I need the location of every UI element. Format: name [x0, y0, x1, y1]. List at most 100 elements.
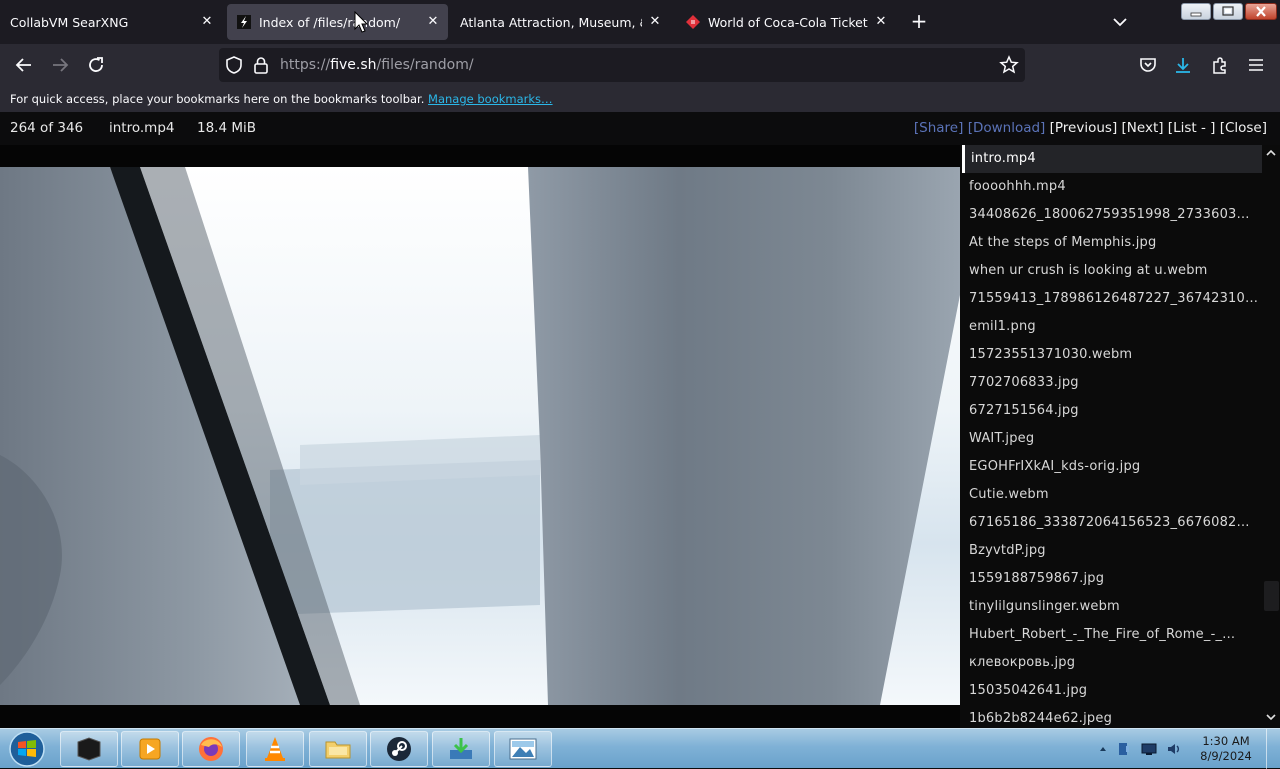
tab-index-files-random[interactable]: Index of /files/random/ ✕	[227, 4, 448, 40]
current-filename: intro.mp4	[109, 120, 175, 136]
usb-device-icon[interactable]	[1116, 741, 1132, 757]
taskbar-firefox[interactable]	[182, 731, 240, 767]
file-list-item[interactable]: 1b6b2b8244e62.jpeg	[962, 705, 1262, 728]
tab-title: Atlanta Attraction, Museum, & Venue	[460, 14, 642, 30]
file-list-item[interactable]: 71559413_178986126487227_36742310…	[962, 285, 1262, 313]
clock-date: 8/9/2024	[1200, 749, 1252, 763]
hamburger-menu-icon[interactable]	[1244, 53, 1268, 77]
taskbar-photo-viewer[interactable]	[494, 731, 552, 767]
file-list-item[interactable]: emil1.png	[962, 313, 1262, 341]
show-desktop-button[interactable]	[1266, 729, 1280, 769]
viewer-actions: [Share] [Download] [Previous] [Next] [Li…	[914, 120, 1267, 136]
scrollbar-thumb[interactable]	[1264, 581, 1279, 611]
file-list-item[interactable]: Cutie.webm	[962, 481, 1262, 509]
network-icon[interactable]	[1140, 741, 1158, 757]
extensions-puzzle-icon[interactable]	[1208, 53, 1232, 77]
url-text[interactable]: https://five.sh/files/random/	[280, 57, 474, 73]
tab-close-icon[interactable]: ✕	[424, 13, 442, 31]
file-list-item[interactable]: 34408626_180062759351998_2733603…	[962, 201, 1262, 229]
volume-icon[interactable]	[1166, 741, 1182, 757]
taskbar-file-explorer[interactable]	[309, 731, 367, 767]
file-list-scrollbar[interactable]	[1262, 145, 1280, 728]
clock-time: 1:30 AM	[1202, 734, 1250, 748]
previous-button[interactable]: [Previous]	[1050, 120, 1118, 136]
scroll-up-arrow-icon[interactable]	[1265, 148, 1277, 158]
file-list-item[interactable]: foooohhh.mp4	[962, 173, 1262, 201]
tab-atlanta-attraction[interactable]: Atlanta Attraction, Museum, & Venue ✕	[450, 4, 670, 40]
tab-close-icon[interactable]: ✕	[646, 13, 664, 31]
mouse-cursor-icon	[354, 11, 368, 33]
taskbar-installer-app[interactable]	[432, 731, 490, 767]
system-tray	[1098, 739, 1182, 759]
downloads-icon[interactable]	[1171, 53, 1195, 77]
file-list-item[interactable]: Hubert_Robert_-_The_Fire_of_Rome_-_…	[962, 621, 1262, 649]
back-arrow-icon[interactable]	[12, 53, 36, 77]
file-list-item[interactable]: 6727151564.jpg	[962, 397, 1262, 425]
folder-icon	[325, 741, 351, 759]
manage-bookmarks-link[interactable]: Manage bookmarks…	[428, 92, 553, 106]
steam-icon	[387, 737, 411, 761]
ticket-favicon-icon	[686, 15, 700, 29]
url-path: /files/random/	[376, 57, 474, 73]
taskbar-clock[interactable]: 1:30 AM 8/9/2024	[1196, 734, 1256, 764]
tab-world-of-coca-cola[interactable]: World of Coca-Cola Ticketing S ✕	[676, 4, 896, 40]
tab-title: World of Coca-Cola Ticketing S	[708, 14, 868, 30]
minimize-window-button[interactable]	[1181, 3, 1211, 20]
tab-collabvm-searxng[interactable]: CollabVM SearXNG ✕	[0, 4, 222, 40]
bookmark-star-icon[interactable]	[999, 55, 1019, 79]
address-bar[interactable]: https://five.sh/files/random/	[219, 48, 1025, 82]
file-list-item[interactable]: клевокровь.jpg	[962, 649, 1262, 677]
tracking-protection-shield-icon[interactable]	[225, 56, 243, 78]
taskbar-steam[interactable]	[370, 731, 428, 767]
next-button[interactable]: [Next]	[1122, 120, 1164, 136]
scroll-down-arrow-icon[interactable]	[1265, 712, 1277, 722]
file-list-item[interactable]: 1559188759867.jpg	[962, 565, 1262, 593]
file-size: 18.4 MiB	[197, 120, 257, 136]
close-viewer-button[interactable]: [Close]	[1220, 120, 1267, 136]
file-list-item-current[interactable]: intro.mp4	[962, 145, 1262, 173]
lock-icon[interactable]	[253, 56, 269, 78]
bookmarks-toolbar: For quick access, place your bookmarks h…	[0, 86, 1280, 112]
list-all-tabs-chevron-down-icon[interactable]	[1110, 12, 1130, 32]
reload-icon[interactable]	[84, 53, 108, 77]
tab-close-icon[interactable]: ✕	[872, 13, 890, 31]
install-arrow-icon	[450, 738, 472, 759]
file-counter: 264 of 346	[10, 120, 84, 136]
url-host: five.sh	[330, 57, 377, 73]
close-window-button[interactable]	[1245, 3, 1277, 20]
tab-close-icon[interactable]: ✕	[198, 13, 216, 31]
file-list-item[interactable]: WAIT.jpeg	[962, 425, 1262, 453]
file-list-item[interactable]: 7702706833.jpg	[962, 369, 1262, 397]
viewer-header: 264 of 346 intro.mp4 18.4 MiB [Share] [D…	[0, 112, 1280, 145]
pocket-icon[interactable]	[1136, 53, 1160, 77]
video-frame	[0, 145, 960, 728]
firefox-icon	[199, 737, 223, 761]
file-list-item[interactable]: when ur crush is looking at u.webm	[962, 257, 1262, 285]
file-list-item[interactable]: EGOHFrIXkAI_kds-orig.jpg	[962, 453, 1262, 481]
file-list-item[interactable]: BzyvtdP.jpg	[962, 537, 1262, 565]
show-hidden-icons-arrow-icon[interactable]	[1098, 744, 1108, 754]
tab-title: CollabVM SearXNG	[10, 14, 129, 30]
taskbar-terminal-app[interactable]	[60, 731, 118, 767]
video-player[interactable]	[0, 145, 960, 728]
file-list-item[interactable]: 67165186_333872064156523_6676082…	[962, 509, 1262, 537]
share-link[interactable]: [Share]	[914, 120, 964, 136]
windows-taskbar: 1:30 AM 8/9/2024	[0, 728, 1280, 769]
file-list-item[interactable]: tinylilgunslinger.webm	[962, 593, 1262, 621]
forward-arrow-icon[interactable]	[48, 53, 72, 77]
taskbar-vlc[interactable]	[246, 731, 304, 767]
file-list-item[interactable]: 15035042641.jpg	[962, 677, 1262, 705]
bookmarks-hint-text: For quick access, place your bookmarks h…	[10, 92, 425, 106]
new-tab-plus-icon[interactable]: +	[908, 11, 930, 33]
five-sh-favicon-icon	[237, 15, 251, 29]
file-list-sidebar[interactable]: intro.mp4 foooohhh.mp4 34408626_1800627593…	[960, 145, 1280, 728]
download-link[interactable]: [Download]	[968, 120, 1046, 136]
file-list-item[interactable]: 15723551371030.webm	[962, 341, 1262, 369]
taskbar-media-player[interactable]	[121, 731, 179, 767]
maximize-window-button[interactable]	[1213, 3, 1243, 20]
tab-strip: CollabVM SearXNG ✕ Index of /files/rando…	[0, 0, 1280, 44]
file-list-item[interactable]: At the steps of Memphis.jpg	[962, 229, 1262, 257]
start-button[interactable]	[6, 729, 48, 769]
dark-cube-app-icon	[77, 737, 101, 761]
list-toggle-button[interactable]: [List - ]	[1168, 120, 1216, 136]
